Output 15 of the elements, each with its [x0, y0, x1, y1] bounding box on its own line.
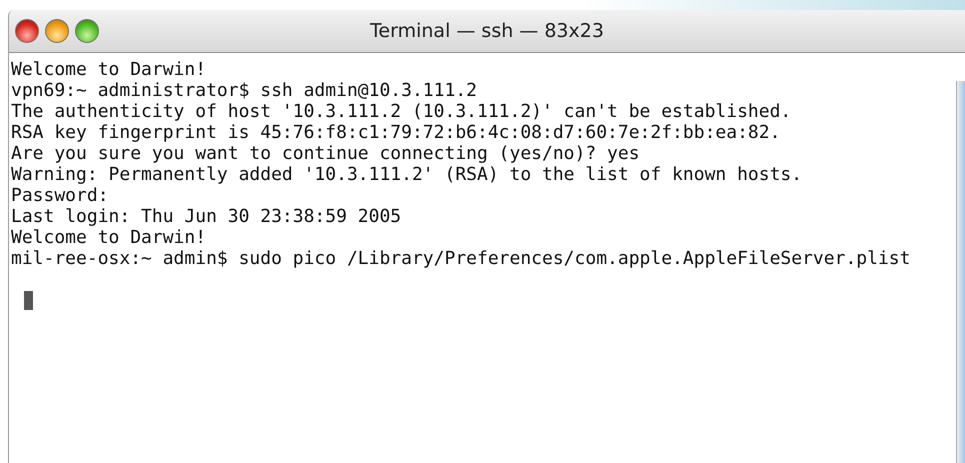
window-title: Terminal — ssh — 83x23	[369, 20, 605, 42]
terminal-line: Welcome to Darwin!	[11, 227, 208, 248]
terminal-line: RSA key fingerprint is 45:76:f8:c1:79:72:b6:4c:08:d7:60:7e:2f:bb:ea:82.	[11, 122, 782, 143]
terminal-line: The authenticity of host '10.3.111.2 (10.3.111.2)' can't be established.	[11, 101, 792, 122]
terminal-line: Password:	[11, 185, 110, 206]
minimize-button[interactable]	[45, 19, 69, 43]
zoom-button[interactable]	[75, 19, 99, 43]
terminal-line: Warning: Permanently added '10.3.111.2' (RSA) to the list of known hosts.	[11, 164, 804, 185]
scrollbar[interactable]	[956, 81, 965, 463]
terminal-line: Last login: Thu Jun 30 23:38:59 2005	[11, 206, 402, 227]
terminal-line: Are you sure you want to continue connecting (yes/no)? yes	[11, 143, 641, 164]
terminal-line: vpn69:~ administrator$ ssh admin@10.3.111.2	[11, 80, 478, 101]
terminal-line: Welcome to Darwin!	[11, 59, 208, 80]
terminal-line: mil-ree-osx:~ admin$ sudo pico /Library/Preferences/com.apple.AppleFileServer.plist	[11, 248, 912, 269]
close-button[interactable]	[15, 19, 39, 43]
